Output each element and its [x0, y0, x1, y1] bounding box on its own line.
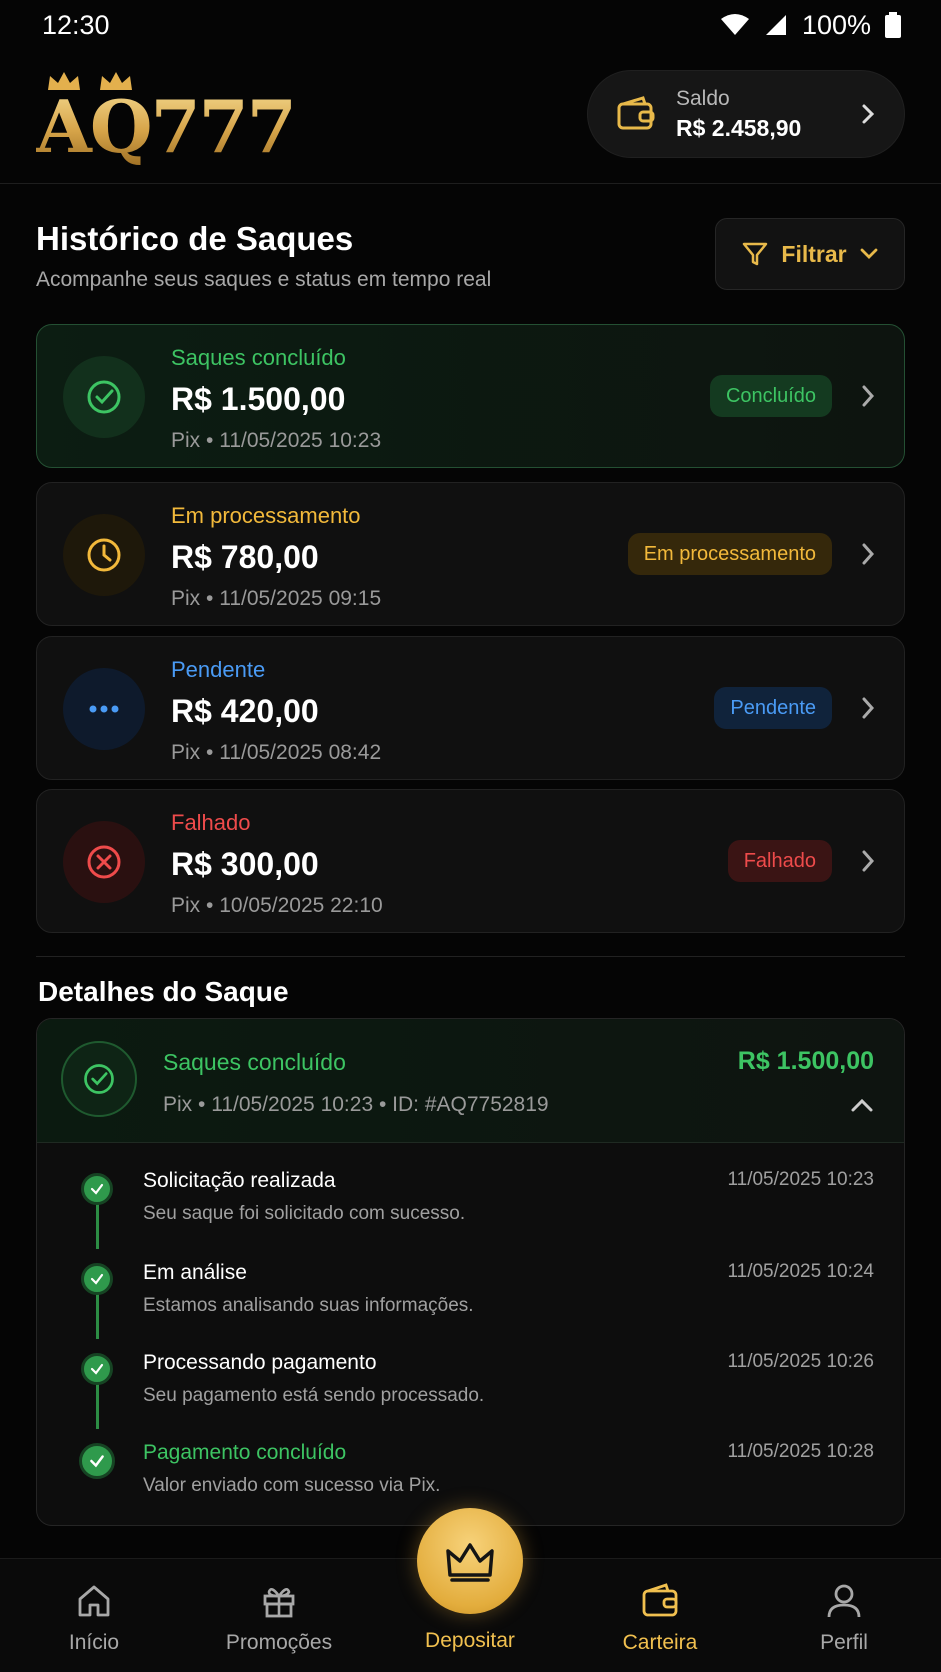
nav-item-home[interactable]: Início — [14, 1559, 174, 1672]
nav-item-profile[interactable]: Perfil — [764, 1559, 924, 1672]
nav-item-wallet[interactable]: Carteira — [580, 1559, 740, 1672]
deposit-button[interactable] — [417, 1508, 523, 1614]
nav-label: Promoções — [225, 1631, 333, 1654]
logo-text: AQ777 — [36, 84, 297, 169]
nav-item-promotions[interactable]: Promoções — [199, 1559, 359, 1672]
timeline-step-title: Pagamento concluído — [143, 1441, 347, 1464]
timeline-step-desc: Seu pagamento está sendo processado. — [143, 1385, 485, 1406]
chevron-right-icon — [862, 543, 875, 565]
signal-icon — [765, 15, 786, 35]
withdrawal-meta: Pix • 11/05/2025 08:42 — [171, 741, 382, 764]
withdrawal-state: Em processamento — [171, 503, 361, 528]
timeline-step-time: 11/05/2025 10:28 — [727, 1441, 874, 1462]
status-bar: 12:30 100% — [0, 0, 941, 50]
withdrawal-details-panel: Saques concluído Pix • 11/05/2025 10:23 … — [36, 1018, 905, 1526]
home-icon — [78, 1585, 110, 1617]
battery-percent: 100% — [801, 9, 871, 40]
status-time: 12:30 — [42, 9, 110, 40]
section-divider — [36, 956, 905, 957]
check-circle-icon — [61, 1041, 137, 1117]
nav-label: Início — [68, 1631, 120, 1654]
timeline-step-desc: Seu saque foi solicitado com sucesso. — [143, 1203, 466, 1224]
status-badge: Concluído — [709, 375, 832, 417]
timeline-step-time: 11/05/2025 10:24 — [727, 1261, 874, 1282]
withdrawal-card-processing[interactable]: Em processamento R$ 780,00 Pix • 11/05/2… — [36, 482, 905, 626]
chevron-down-icon — [860, 248, 877, 259]
check-icon — [81, 1173, 113, 1205]
details-state: Saques concluído — [163, 1049, 346, 1075]
app-header: AQ777 Saldo R$ 2.458,90 — [0, 62, 941, 184]
timeline-step-desc: Estamos analisando suas informações. — [143, 1295, 474, 1316]
details-header[interactable]: Saques concluído Pix • 11/05/2025 10:23 … — [37, 1019, 904, 1143]
chevron-right-icon — [862, 385, 875, 407]
timeline-step-time: 11/05/2025 10:23 — [727, 1169, 874, 1190]
withdrawal-amount: R$ 420,00 — [171, 693, 319, 729]
withdrawal-state: Falhado — [171, 810, 251, 835]
withdrawal-state: Pendente — [171, 657, 266, 682]
balance-label: Saldo — [676, 86, 730, 110]
check-icon — [81, 1353, 113, 1385]
filter-button[interactable]: Filtrar — [715, 218, 905, 290]
nav-label: Carteira — [622, 1631, 698, 1654]
details-title: Detalhes do Saque — [38, 976, 289, 1007]
chevron-up-icon[interactable] — [850, 1097, 874, 1113]
clock-icon — [63, 514, 145, 596]
withdrawal-state: Saques concluído — [171, 345, 346, 370]
withdrawal-meta: Pix • 11/05/2025 09:15 — [171, 587, 382, 610]
status-badge: Falhado — [727, 840, 832, 882]
balance-value: R$ 2.458,90 — [676, 114, 802, 141]
balance-pill[interactable]: Saldo R$ 2.458,90 — [587, 70, 905, 158]
filter-icon — [743, 242, 768, 266]
timeline-step-title: Solicitação realizada — [143, 1169, 336, 1192]
status-badge: Pendente — [714, 687, 832, 729]
deposit-label: Depositar — [425, 1629, 515, 1652]
check-circle-icon — [63, 356, 145, 438]
x-circle-icon — [63, 821, 145, 903]
timeline-step-time: 11/05/2025 10:26 — [727, 1351, 874, 1372]
crown-icon — [446, 1543, 494, 1582]
gift-icon — [263, 1588, 295, 1618]
timeline-step-title: Processando pagamento — [143, 1351, 377, 1374]
status-badge: Em processamento — [627, 533, 832, 575]
page-subtitle: Acompanhe seus saques e status em tempo … — [36, 268, 492, 291]
battery-icon — [885, 12, 901, 38]
withdrawal-amount: R$ 300,00 — [171, 846, 319, 882]
more-icon — [63, 668, 145, 750]
chevron-right-icon — [862, 850, 875, 872]
filter-label: Filtrar — [781, 240, 847, 267]
withdrawal-card-failed[interactable]: Falhado R$ 300,00 Pix • 10/05/2025 22:10… — [36, 789, 905, 933]
check-icon — [79, 1443, 115, 1479]
user-icon — [827, 1584, 861, 1618]
withdrawal-card-completed[interactable]: Saques concluído R$ 1.500,00 Pix • 11/05… — [36, 324, 905, 468]
nav-label: Perfil — [820, 1631, 868, 1654]
brand-logo[interactable]: AQ777 — [36, 70, 297, 170]
withdrawal-card-pending[interactable]: Pendente R$ 420,00 Pix • 11/05/2025 08:4… — [36, 636, 905, 780]
withdrawal-meta: Pix • 11/05/2025 10:23 — [171, 429, 382, 452]
wifi-icon — [720, 14, 749, 35]
status-icons: 100% — [720, 10, 901, 41]
details-amount: R$ 1.500,00 — [737, 1047, 874, 1075]
chevron-right-icon — [862, 104, 875, 124]
details-meta: Pix • 11/05/2025 10:23 • ID: #AQ7752819 — [163, 1093, 549, 1116]
withdrawal-meta: Pix • 10/05/2025 22:10 — [171, 894, 383, 917]
chevron-right-icon — [862, 697, 875, 719]
wallet-icon — [617, 96, 655, 130]
page-title: Histórico de Saques — [36, 220, 354, 257]
check-icon — [81, 1263, 113, 1295]
withdrawal-amount: R$ 780,00 — [171, 539, 319, 575]
withdrawal-amount: R$ 1.500,00 — [171, 381, 346, 417]
wallet-icon — [642, 1583, 678, 1617]
timeline-step-desc: Valor enviado com sucesso via Pix. — [143, 1475, 441, 1496]
timeline-step-title: Em análise — [143, 1261, 247, 1284]
